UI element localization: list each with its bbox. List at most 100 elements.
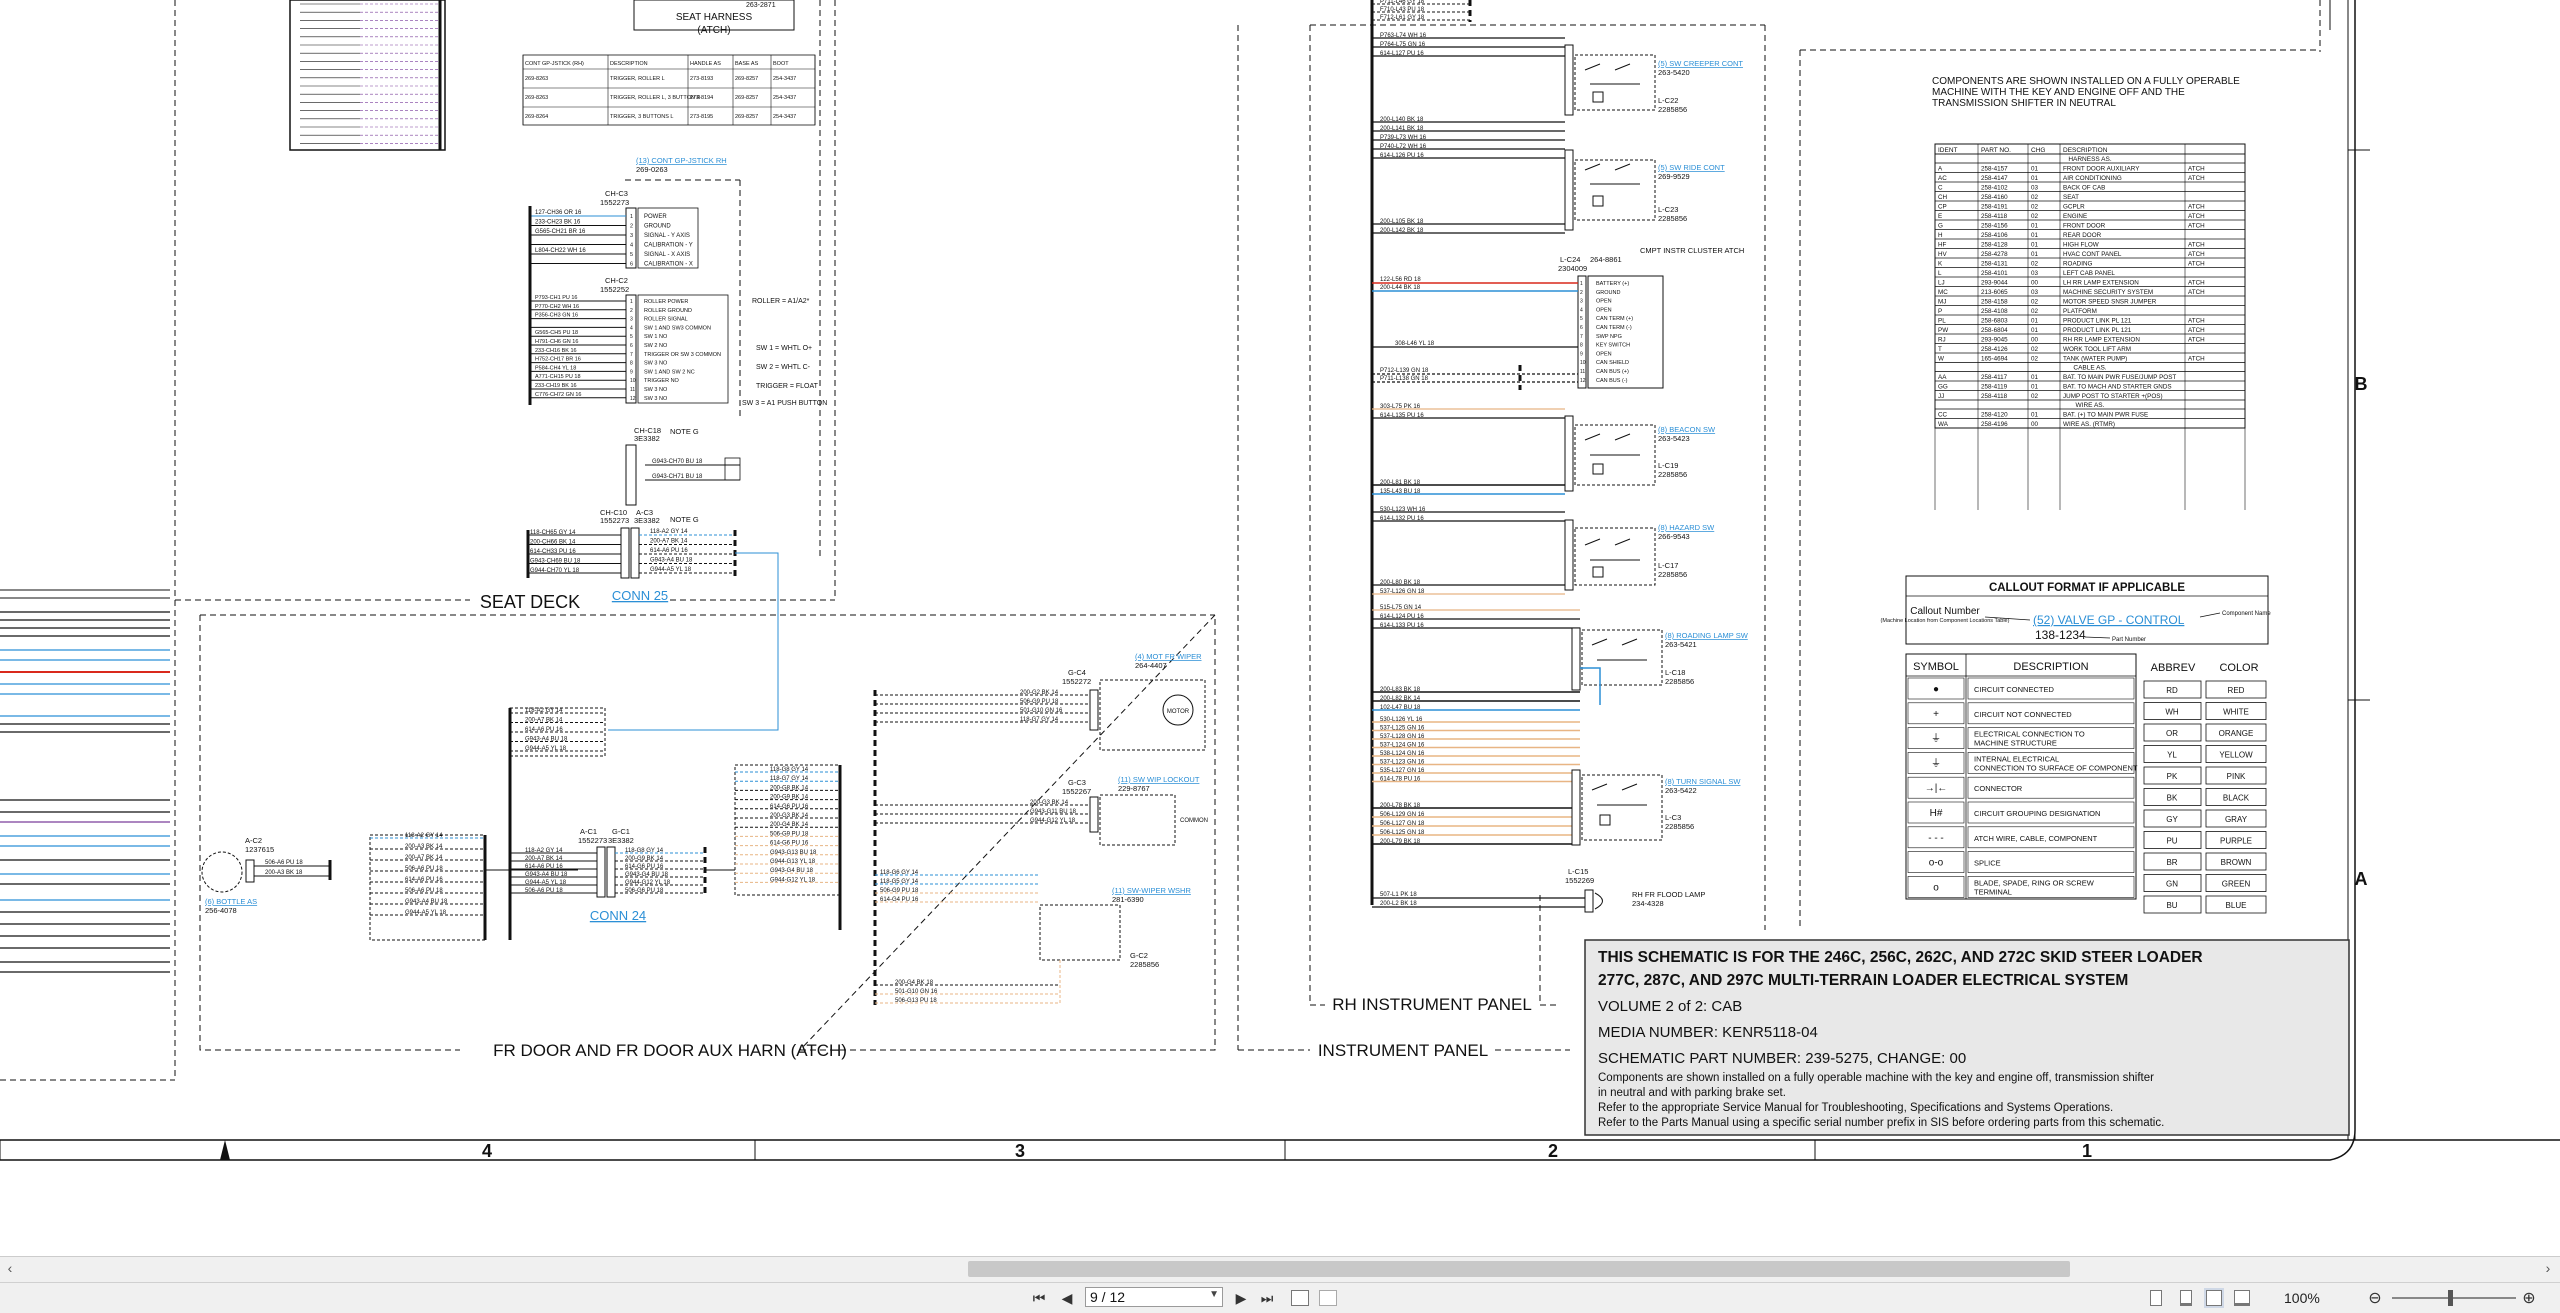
pin-label: SW 1 AND SW 2 NC (644, 369, 695, 375)
fit-page-icon[interactable] (1290, 1288, 1310, 1308)
pin-number: 7 (630, 352, 633, 358)
pin-label: ROLLER POWER (644, 299, 688, 305)
connector-part: 1552272 (1062, 677, 1091, 686)
table-cell: 269-8263 (525, 76, 548, 82)
continuous-view-icon[interactable] (2176, 1288, 2196, 1308)
parts-cell: H (1938, 232, 1943, 239)
symbol-glyph: - - - (1928, 833, 1944, 844)
wire-label: 200-L140 BK 18 (1380, 117, 1424, 123)
parts-cell: 01 (2031, 318, 2039, 325)
color-abbrev: RD (2166, 686, 2178, 695)
horizontal-scrollbar[interactable]: ‹ › (0, 1256, 2560, 1283)
next-page-icon[interactable]: ▶ (1232, 1288, 1250, 1308)
fr-door-label: FR DOOR AND FR DOOR AUX HARN (ATCH) (493, 1041, 847, 1060)
symbol-desc: TERMINAL (1974, 887, 2012, 896)
wire-label: 200-G9 BK 14 (625, 856, 664, 862)
connector-part: 1552269 (1565, 876, 1594, 885)
last-page-icon[interactable]: ⏭ (1258, 1288, 1276, 1308)
wire-label: 200-CH66 BK 14 (530, 540, 576, 546)
previous-page-icon[interactable]: ◀ (1058, 1288, 1076, 1308)
zoom-slider[interactable] (2392, 1290, 2516, 1306)
wire-label: P793-CH1 PU 16 (535, 295, 578, 301)
chevron-down-icon[interactable]: ▼ (1209, 1289, 1219, 1300)
scroll-right-icon[interactable]: › (2540, 1260, 2556, 1276)
parts-cell: WORK TOOL LIFT ARM (2063, 346, 2131, 353)
parts-cell: TANK (WATER PUMP) (2063, 356, 2127, 363)
wire-label: G944-G13 YL 18 (770, 859, 816, 865)
parts-cell: 258-4118 (1981, 213, 2008, 220)
wire-label: 614-L78 PU 16 (1380, 777, 1421, 783)
parts-cell: 258-4278 (1981, 251, 2008, 258)
parts-cell: 01 (2031, 223, 2039, 230)
wire-label: 200-A7 BK 14 (650, 539, 688, 545)
wire-label: P740-L72 WH 16 (1380, 144, 1427, 150)
connector-body (1564, 149, 1574, 231)
zoom-level[interactable]: 100% (2284, 1290, 2320, 1306)
roading-part: 263-5421 (1665, 640, 1697, 649)
part-number-label: Part Number (2112, 637, 2146, 643)
table-cell: 269-8264 (525, 114, 548, 120)
wire-label: 506-G9 PU 18 (770, 831, 809, 837)
wire-label: 506-L127 GN 18 (1380, 821, 1425, 827)
two-page-view-icon[interactable] (2204, 1288, 2224, 1308)
document-viewport[interactable]: B A 4 3 2 1 SEAT HARNESS (ATCH) 263-2871 CONT GP-… (0, 0, 2560, 1256)
zoom-out-icon[interactable]: ⊖ (2366, 1288, 2384, 1308)
connector-body (625, 444, 637, 506)
wire-label: 501-G10 GN 16 (895, 989, 938, 995)
parts-cell: FRONT DOOR (2063, 223, 2106, 230)
parts-cell: 01 (2031, 232, 2039, 239)
wire-label: 200-A3 BK 18 (265, 870, 303, 876)
pin-number: 2 (1580, 290, 1583, 296)
parts-cell: CP (1938, 204, 1947, 211)
table-header: HANDLE AS (690, 61, 721, 67)
scrollbar-thumb[interactable] (968, 1261, 2070, 1277)
table-cell: 273-8194 (690, 95, 713, 101)
wire-label: 118-CH65 GY 14 (530, 530, 576, 536)
wire-label: 303-L75 PK 16 (1380, 404, 1421, 410)
connector-body (1564, 44, 1574, 116)
table-cell: 254-3437 (773, 76, 796, 82)
pin-label: GROUND (644, 224, 671, 230)
parts-cell: MOTOR SPEED SNSR JUMPER (2063, 299, 2157, 306)
color-name: PINK (2227, 772, 2246, 781)
wire-label: 535-L127 GN 16 (1380, 768, 1425, 774)
connector-id: L-C17 (1658, 561, 1678, 570)
first-page-icon[interactable]: ⏮ (1030, 1288, 1048, 1308)
pin-number: 7 (1580, 334, 1583, 340)
pin-label: ROLLER SIGNAL (644, 317, 688, 323)
parts-cell: 258-4156 (1981, 223, 2008, 230)
pin-label: BATTERY (+) (1596, 281, 1629, 287)
connector-id: A-C1 (580, 827, 597, 836)
wire-label: 118-A2 GY 14 (525, 708, 563, 714)
wire-label: 537-L124 GN 16 (1380, 743, 1425, 749)
scroll-left-icon[interactable]: ‹ (2, 1260, 18, 1276)
wire-label: 506-G9 PU 18 (1020, 699, 1059, 705)
description-header: DESCRIPTION (2013, 661, 2088, 673)
wire-label: 506-L129 GN 16 (1380, 812, 1425, 818)
single-page-view-icon[interactable] (2146, 1288, 2166, 1308)
zoom-slider-knob[interactable] (2448, 1290, 2453, 1306)
symbol-desc: BLADE, SPADE, RING OR SCREW (1974, 878, 2095, 887)
two-page-continuous-icon[interactable] (2232, 1288, 2252, 1308)
symbol-glyph: o-o (1929, 858, 1944, 869)
parts-cell: ATCH (2188, 204, 2205, 211)
parts-cell: LJ (1938, 280, 1945, 287)
parts-cell: 03 (2031, 185, 2039, 192)
wire-label: 200-G8 BK 14 (770, 785, 809, 791)
parts-cell: REAR DOOR (2063, 232, 2102, 239)
fit-width-icon[interactable] (1318, 1288, 1338, 1308)
pin-label: SW 3 NO (644, 387, 668, 393)
wire-label: 118-A2 GY 14 (525, 848, 563, 854)
wire-label: H791-CH6 GN 16 (535, 339, 578, 345)
wire-label: 614-L126 PU 16 (1380, 153, 1424, 159)
connector-part: 2285856 (1658, 570, 1687, 579)
wire-label: 122-L56 RD 18 (1380, 277, 1421, 283)
zoom-in-icon[interactable]: ⊕ (2520, 1288, 2538, 1308)
lockout-callout: (11) SW WIP LOCKOUT (1118, 775, 1200, 784)
page-number-input[interactable]: 9 / 12 ▼ (1085, 1287, 1223, 1307)
table-header: BASE AS (735, 61, 759, 67)
parts-cell: ATCH (2188, 175, 2205, 182)
callout-desc: (Machine Location from Component Locatio… (1881, 618, 2010, 624)
connector-body (1584, 889, 1594, 913)
parts-cell: MC (1938, 289, 1948, 296)
